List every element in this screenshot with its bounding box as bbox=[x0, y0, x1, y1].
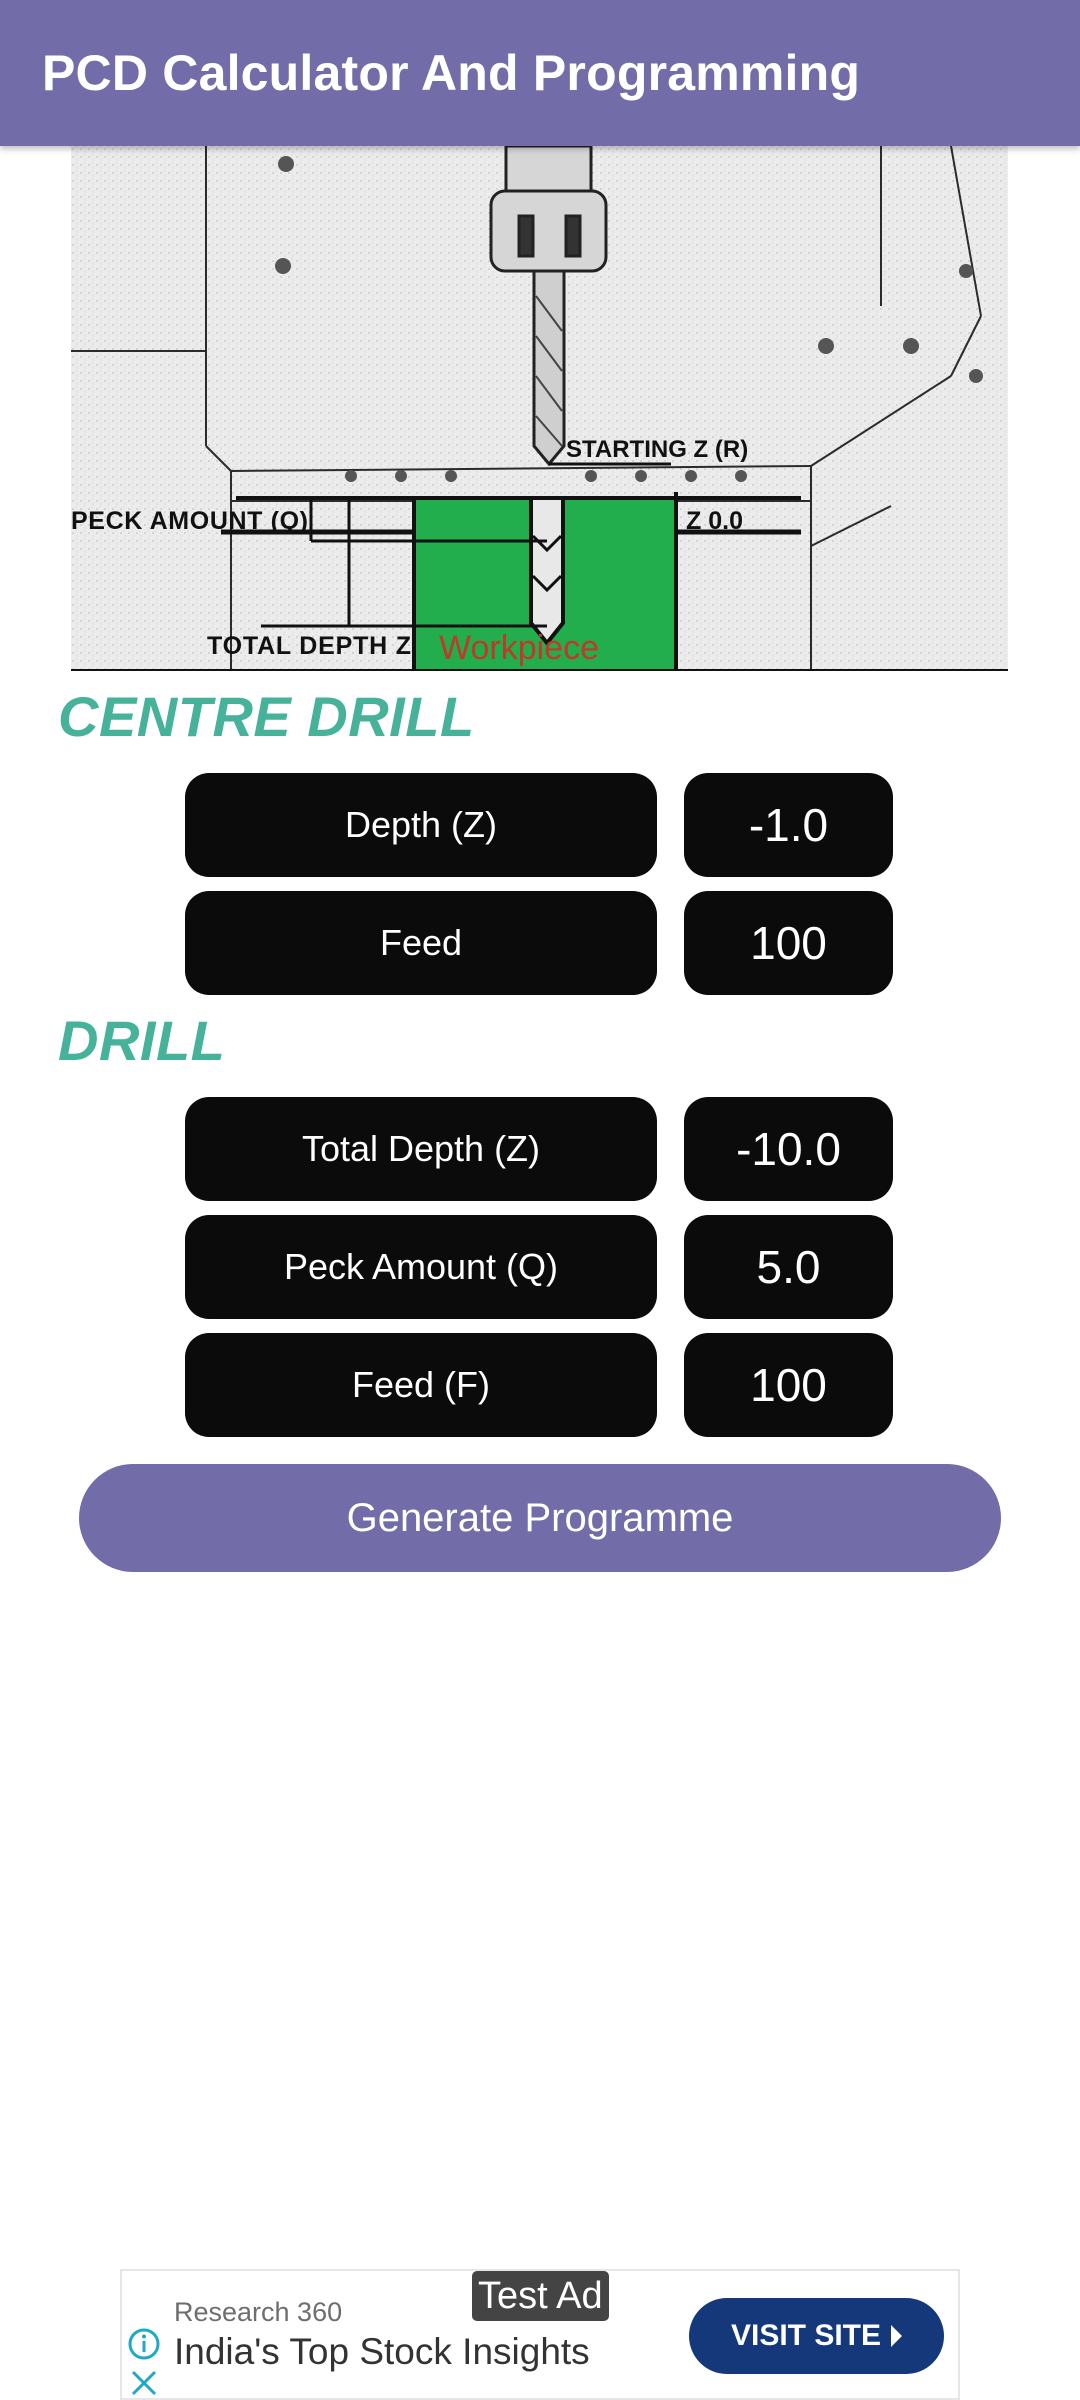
spindle bbox=[489, 146, 608, 273]
label-workpiece: Workpiece bbox=[439, 629, 599, 667]
drill-bit bbox=[532, 269, 566, 467]
centre-drill-feed-row: Feed bbox=[185, 891, 893, 995]
ad-banner[interactable]: Test Ad Research 360 India's Top Stock I… bbox=[120, 2269, 960, 2400]
drill-peck-amount-row: Peck Amount (Q) bbox=[185, 1215, 893, 1319]
centre-drill-feed-label: Feed bbox=[185, 891, 657, 995]
centre-drill-depth-label: Depth (Z) bbox=[185, 773, 657, 877]
app-title: PCD Calculator And Programming bbox=[42, 45, 861, 101]
generate-programme-button[interactable]: Generate Programme bbox=[79, 1464, 1001, 1572]
visit-site-label: VISIT SITE bbox=[730, 2319, 882, 2352]
drill-peck-amount-input[interactable] bbox=[684, 1215, 893, 1319]
centre-drill-heading: CENTRE DRILL bbox=[58, 685, 475, 748]
close-icon[interactable] bbox=[130, 2369, 158, 2397]
app-bar: PCD Calculator And Programming bbox=[0, 0, 1080, 146]
label-z-zero: Z 0.0 bbox=[686, 507, 743, 535]
play-arrow-icon bbox=[891, 2325, 903, 2347]
drill-heading: DRILL bbox=[58, 1009, 226, 1072]
info-icon[interactable] bbox=[127, 2327, 161, 2361]
drill-peck-amount-label: Peck Amount (Q) bbox=[185, 1215, 657, 1319]
drill-feed-row: Feed (F) bbox=[185, 1333, 893, 1437]
label-total-depth: TOTAL DEPTH Z bbox=[207, 632, 411, 660]
drill-feed-label: Feed (F) bbox=[185, 1333, 657, 1437]
drill-total-depth-input[interactable] bbox=[684, 1097, 893, 1201]
ad-advertiser: Research 360 bbox=[174, 2297, 343, 2327]
drilling-diagram: STARTING Z (R) PECK AMOUNT (Q) Z 0.0 TOT… bbox=[71, 146, 1008, 671]
ad-headline[interactable]: India's Top Stock Insights bbox=[174, 2331, 590, 2373]
centre-drill-depth-input[interactable] bbox=[684, 773, 893, 877]
drill-feed-input[interactable] bbox=[684, 1333, 893, 1437]
visit-site-button[interactable]: VISIT SITE bbox=[689, 2298, 944, 2374]
drilled-hole bbox=[529, 496, 565, 647]
drill-total-depth-row: Total Depth (Z) bbox=[185, 1097, 893, 1201]
test-ad-badge: Test Ad bbox=[472, 2271, 609, 2321]
label-starting-z: STARTING Z (R) bbox=[566, 436, 748, 463]
centre-drill-depth-row: Depth (Z) bbox=[185, 773, 893, 877]
label-peck-amount: PECK AMOUNT (Q) bbox=[71, 507, 308, 535]
centre-drill-feed-input[interactable] bbox=[684, 891, 893, 995]
drill-total-depth-label: Total Depth (Z) bbox=[185, 1097, 657, 1201]
